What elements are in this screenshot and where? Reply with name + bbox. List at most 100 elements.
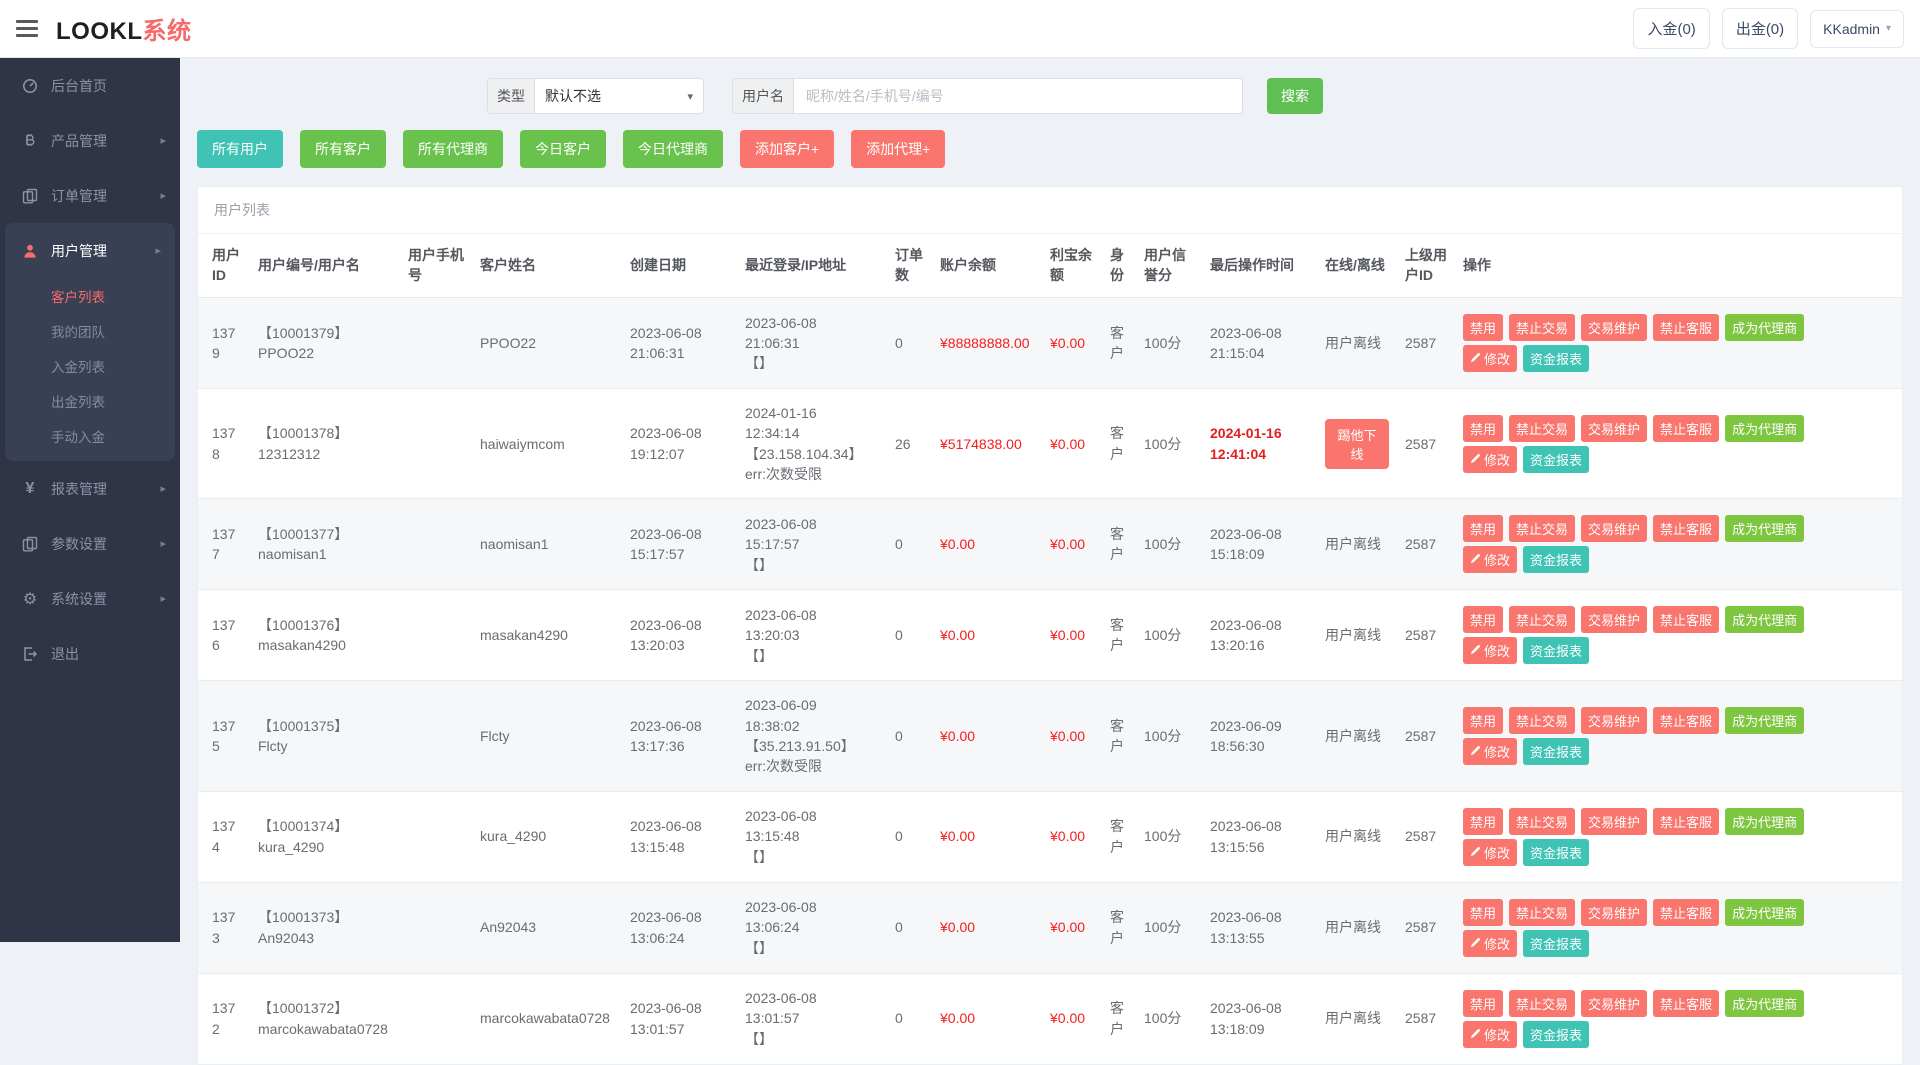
trade-maintenance-button[interactable]: 交易维护 [1581,314,1647,341]
disable-button[interactable]: 禁用 [1463,314,1503,341]
search-button[interactable]: 搜索 [1267,78,1323,114]
forbid-service-button[interactable]: 禁止客服 [1653,899,1719,926]
add-agent-button[interactable]: 添加代理+ [851,130,945,168]
edit-button[interactable]: 修改 [1463,1021,1517,1048]
type-select[interactable]: 默认不选 ▾ [535,79,703,113]
sidebar-item-dashboard[interactable]: 后台首页 [0,58,180,113]
all-customers-button[interactable]: 所有客户 [300,130,386,168]
make-agent-button[interactable]: 成为代理商 [1725,990,1804,1017]
last-op-cell: 2023-06-0815:18:09 [1202,499,1317,590]
make-agent-button[interactable]: 成为代理商 [1725,808,1804,835]
trade-maintenance-button[interactable]: 交易维护 [1581,515,1647,542]
sidebar-subitem-manual-deposit[interactable]: 手动入金 [5,418,175,453]
disable-button[interactable]: 禁用 [1463,606,1503,633]
forbid-service-button[interactable]: 禁止客服 [1653,606,1719,633]
disable-button[interactable]: 禁用 [1463,990,1503,1017]
sidebar-item-logout[interactable]: 退出 [0,626,180,681]
orders-cell: 0 [887,973,932,1064]
withdraw-count-button[interactable]: 出金(0) [1722,8,1798,49]
disable-button[interactable]: 禁用 [1463,808,1503,835]
trade-maintenance-button[interactable]: 交易维护 [1581,990,1647,1017]
funds-report-button[interactable]: 资金报表 [1523,637,1589,664]
forbid-service-button[interactable]: 禁止客服 [1653,515,1719,542]
funds-report-button[interactable]: 资金报表 [1523,446,1589,473]
logo-primary: LOOKL [56,18,143,45]
deposit-count-button[interactable]: 入金(0) [1633,8,1709,49]
sidebar-item-label: 报表管理 [51,479,107,499]
make-agent-button[interactable]: 成为代理商 [1725,314,1804,341]
sidebar-item-reports[interactable]: ¥报表管理▸ [0,461,180,516]
funds-report-button[interactable]: 资金报表 [1523,839,1589,866]
disable-button[interactable]: 禁用 [1463,899,1503,926]
today-customers-button[interactable]: 今日客户 [520,130,606,168]
edit-button[interactable]: 修改 [1463,839,1517,866]
treasure-cell: ¥0.00 [1042,973,1102,1064]
sidebar-item-system[interactable]: ⚙系统设置▸ [0,571,180,626]
forbid-service-button[interactable]: 禁止客服 [1653,808,1719,835]
add-customer-button[interactable]: 添加客户+ [740,130,834,168]
forbid-service-button[interactable]: 禁止客服 [1653,314,1719,341]
make-agent-button[interactable]: 成为代理商 [1725,899,1804,926]
credit-cell: 100分 [1136,681,1202,791]
forbid-trade-button[interactable]: 禁止交易 [1509,415,1575,442]
sidebar-subitem-customer-list[interactable]: 客户列表 [5,278,175,313]
funds-report-button[interactable]: 资金报表 [1523,930,1589,957]
forbid-trade-button[interactable]: 禁止交易 [1509,990,1575,1017]
disable-button[interactable]: 禁用 [1463,415,1503,442]
disable-button[interactable]: 禁用 [1463,515,1503,542]
orders-cell: 0 [887,298,932,389]
trade-maintenance-button[interactable]: 交易维护 [1581,606,1647,633]
username-input[interactable] [794,79,1242,113]
trade-maintenance-button[interactable]: 交易维护 [1581,808,1647,835]
funds-report-button[interactable]: 资金报表 [1523,738,1589,765]
edit-button[interactable]: 修改 [1463,546,1517,573]
forbid-trade-button[interactable]: 禁止交易 [1509,808,1575,835]
edit-button[interactable]: 修改 [1463,930,1517,957]
trade-maintenance-button[interactable]: 交易维护 [1581,415,1647,442]
forbid-trade-button[interactable]: 禁止交易 [1509,707,1575,734]
funds-report-button[interactable]: 资金报表 [1523,1021,1589,1048]
sidebar-item-orders[interactable]: 订单管理▸ [0,168,180,223]
sidebar-item-params[interactable]: 参数设置▸ [0,516,180,571]
pencil-icon [1470,552,1481,567]
all-users-button[interactable]: 所有用户 [197,130,283,168]
make-agent-button[interactable]: 成为代理商 [1725,606,1804,633]
forbid-trade-button[interactable]: 禁止交易 [1509,899,1575,926]
balance-cell: ¥5174838.00 [932,389,1042,499]
credit-cell: 100分 [1136,882,1202,973]
sidebar-subitem-deposit-list[interactable]: 入金列表 [5,348,175,383]
disable-button[interactable]: 禁用 [1463,707,1503,734]
forbid-trade-button[interactable]: 禁止交易 [1509,314,1575,341]
parent-id-cell: 2587 [1397,882,1455,973]
user-code-cell: 【10001379】PPOO22 [250,298,400,389]
forbid-service-button[interactable]: 禁止客服 [1653,990,1719,1017]
edit-button[interactable]: 修改 [1463,446,1517,473]
all-agents-button[interactable]: 所有代理商 [403,130,503,168]
edit-button[interactable]: 修改 [1463,738,1517,765]
make-agent-button[interactable]: 成为代理商 [1725,415,1804,442]
forbid-trade-button[interactable]: 禁止交易 [1509,606,1575,633]
sidebar-item-users[interactable]: 用户管理▸ [5,223,175,278]
treasure-cell: ¥0.00 [1042,298,1102,389]
forbid-service-button[interactable]: 禁止客服 [1653,415,1719,442]
kick-offline-button[interactable]: 踢他下线 [1325,419,1389,469]
trade-maintenance-button[interactable]: 交易维护 [1581,899,1647,926]
account-dropdown[interactable]: KKadmin ▾ [1810,10,1904,48]
sidebar-subitem-my-team[interactable]: 我的团队 [5,313,175,348]
forbid-trade-button[interactable]: 禁止交易 [1509,515,1575,542]
hamburger-menu-icon[interactable] [16,16,38,41]
identity-cell: 客户 [1102,590,1136,681]
sidebar-subitem-withdraw-list[interactable]: 出金列表 [5,383,175,418]
forbid-service-button[interactable]: 禁止客服 [1653,707,1719,734]
edit-button[interactable]: 修改 [1463,345,1517,372]
make-agent-button[interactable]: 成为代理商 [1725,707,1804,734]
parent-id-cell: 2587 [1397,791,1455,882]
trade-maintenance-button[interactable]: 交易维护 [1581,707,1647,734]
sidebar-item-products[interactable]: 产品管理▸ [0,113,180,168]
today-agents-button[interactable]: 今日代理商 [623,130,723,168]
funds-report-button[interactable]: 资金报表 [1523,345,1589,372]
edit-button[interactable]: 修改 [1463,637,1517,664]
last-op-cell: 2023-06-0813:15:56 [1202,791,1317,882]
make-agent-button[interactable]: 成为代理商 [1725,515,1804,542]
funds-report-button[interactable]: 资金报表 [1523,546,1589,573]
